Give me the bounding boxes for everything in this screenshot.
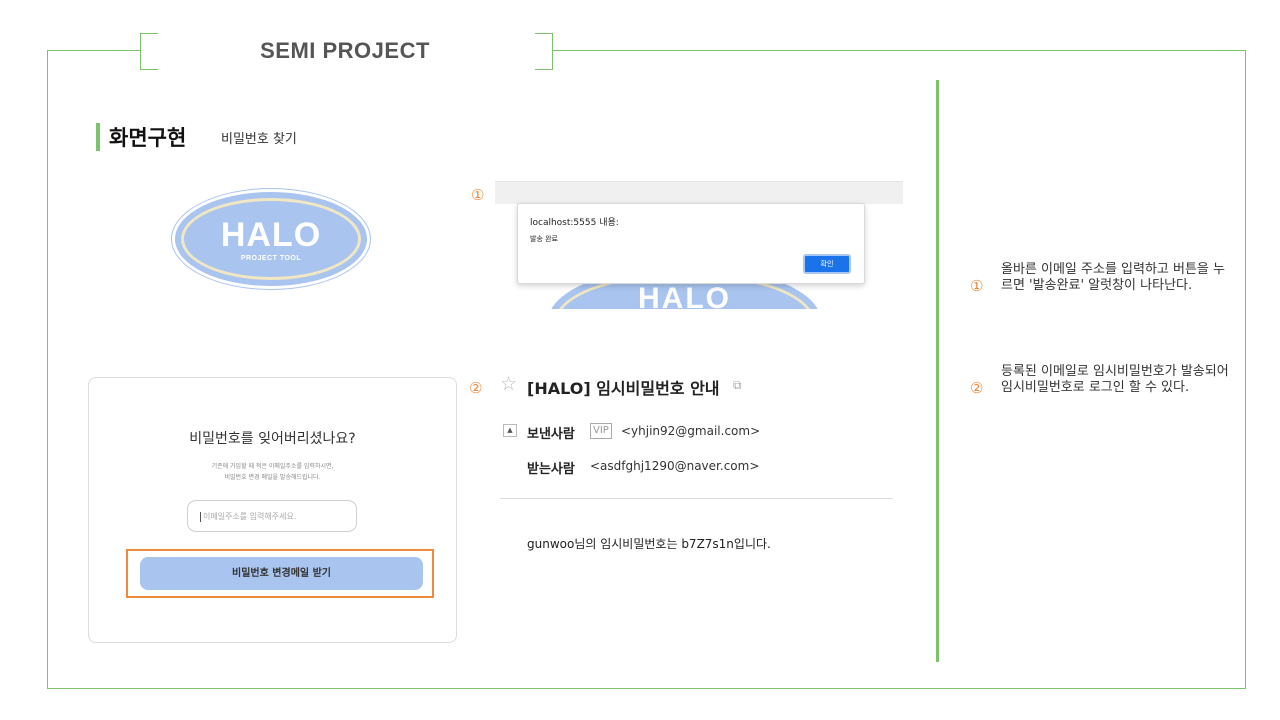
- note-two-number: ②: [970, 379, 984, 397]
- alert-ok-button[interactable]: 확인: [803, 254, 851, 274]
- note-one-text: 올바른 이메일 주소를 입력하고 버튼을 누르면 '발송완료' 알럿창이 나타난…: [1001, 262, 1225, 293]
- email-subject: [HALO] 임시비밀번호 안내: [527, 379, 720, 398]
- frame-line-bottom: [47, 688, 1246, 689]
- alert-message: 발송 완료: [530, 235, 558, 243]
- frame-line-top-left: [47, 50, 140, 51]
- marker-one: ①: [471, 186, 485, 204]
- email-body: gunwoo님의 임시비밀번호는 b7Z7s1n입니다.: [527, 537, 771, 551]
- browser-bar: [495, 181, 903, 204]
- text-caret: [200, 511, 201, 522]
- email-separator: [500, 498, 893, 499]
- alert-dialog: localhost:5555 내용: 발송 완료 확인: [517, 203, 865, 284]
- email-input[interactable]: 이메일주소를 입력해주세요.: [187, 500, 357, 532]
- logo-subtext: PROJECT TOOL: [240, 254, 302, 262]
- marker-two: ②: [469, 379, 483, 397]
- note-one-number: ①: [970, 277, 984, 295]
- email-input-placeholder: 이메일주소를 입력해주세요.: [203, 512, 297, 521]
- section-title: 화면구현: [109, 126, 187, 150]
- vertical-divider: [936, 80, 939, 662]
- frame-line-left: [47, 50, 48, 689]
- card-title: 비밀번호를 잊어버리셨나요?: [189, 431, 356, 447]
- section-accent-bar: [96, 123, 100, 151]
- frame-line-right: [1245, 50, 1246, 689]
- title-bracket-right: [535, 33, 553, 70]
- card-description-line2: 비밀번호 변경 메일을 발송해드립니다.: [224, 474, 321, 481]
- to-address: <asdfghj1290@naver.com>: [590, 459, 760, 473]
- frame-line-top-right: [553, 50, 1246, 51]
- card-description-line1: 기존에 가입할 때 적은 이메일주소를 입력하시면,: [211, 463, 334, 470]
- halo-logo: HALO PROJECT TOOL: [172, 189, 370, 289]
- section-subtitle: 비밀번호 찾기: [221, 132, 297, 147]
- star-icon[interactable]: ☆: [500, 373, 517, 395]
- from-label: 보낸사람: [527, 427, 575, 442]
- to-label: 받는사람: [527, 462, 575, 477]
- note-two-text: 등록된 이메일로 임시비밀번호가 발송되어 임시비밀번호로 로그인 할 수 있다…: [1001, 364, 1229, 395]
- forgot-password-card: 비밀번호를 잊어버리셨나요? 기존에 가입할 때 적은 이메일주소를 입력하시면…: [88, 377, 457, 643]
- vip-badge: VIP: [590, 423, 612, 439]
- external-link-icon[interactable]: ⧉: [733, 378, 742, 393]
- card-description: 기존에 가입할 때 적은 이메일주소를 입력하시면, 비밀번호 변경 메일을 발…: [89, 461, 456, 483]
- expand-triangle-icon[interactable]: ▲: [503, 424, 517, 437]
- alert-host: localhost:5555 내용:: [530, 218, 619, 228]
- logo-crop-mask: [540, 309, 840, 379]
- logo-text: HALO: [220, 215, 322, 254]
- from-address: <yhjin92@gmail.com>: [621, 424, 761, 438]
- send-reset-email-button[interactable]: 비밀번호 변경메일 받기: [140, 557, 423, 590]
- deck-title: SEMI PROJECT: [260, 38, 430, 63]
- title-bracket-left: [140, 33, 158, 70]
